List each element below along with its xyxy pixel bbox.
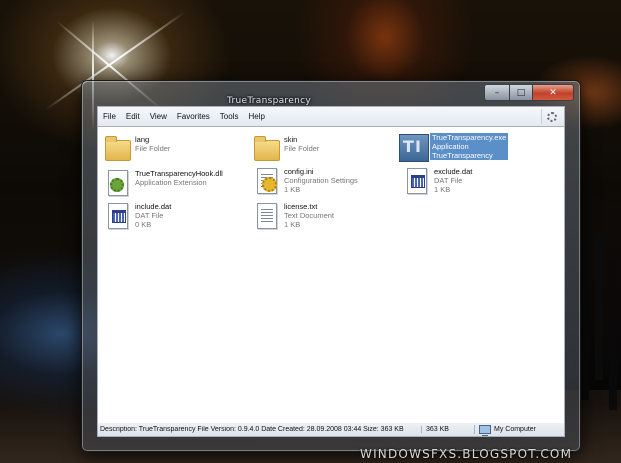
menu-tools[interactable]: Tools (215, 107, 244, 127)
minimize-button[interactable]: – (484, 84, 510, 101)
menu-help[interactable]: Help (243, 107, 269, 127)
close-button[interactable]: ✕ (533, 84, 574, 101)
folder-icon (104, 135, 131, 163)
file-type: DAT File (135, 211, 164, 220)
file-list[interactable]: lang File Folder skin File Folder TrueTr… (97, 126, 565, 424)
file-type: File Folder (284, 144, 320, 153)
file-item-skin[interactable]: skin File Folder (253, 135, 393, 167)
application-icon (399, 133, 429, 162)
explorer-window[interactable]: TrueTransparency – □ ✕ File Edit View Fa… (81, 80, 581, 452)
file-name: include.dat (135, 202, 172, 211)
file-type: Configuration Settings (284, 176, 358, 185)
menu-file[interactable]: File (98, 107, 121, 127)
file-item-exclude-dat[interactable]: exclude.dat DAT File 1 KB (403, 167, 543, 199)
file-name: TrueTransparencyHook.dll (135, 169, 223, 178)
file-name: lang (135, 135, 150, 144)
file-type: DAT File (434, 176, 463, 185)
file-item-include-dat[interactable]: include.dat DAT File 0 KB (104, 202, 244, 234)
menu-view[interactable]: View (145, 107, 172, 127)
file-name: exclude.dat (434, 167, 473, 176)
file-size: 1 KB (284, 220, 301, 229)
menu-bar: File Edit View Favorites Tools Help (97, 106, 565, 127)
text-document-icon (253, 202, 279, 230)
folder-icon (253, 135, 280, 163)
file-name: skin (284, 135, 298, 144)
computer-icon (479, 425, 491, 436)
file-type: Text Document (284, 211, 335, 220)
file-item-truetransparency-exe[interactable]: TrueTransparency.exe Application TrueTra… (399, 133, 539, 165)
status-size: 363 KB (421, 426, 474, 433)
menu-favorites[interactable]: Favorites (172, 107, 215, 127)
file-name: license.txt (284, 202, 318, 211)
file-name: config.ini (284, 167, 314, 176)
status-bar: Description: TrueTransparency File Versi… (97, 423, 565, 437)
file-item-license-txt[interactable]: license.txt Text Document 1 KB (253, 202, 393, 234)
loading-throbber (541, 109, 562, 124)
file-type: File Folder (135, 144, 171, 153)
dat-file-icon (104, 202, 130, 230)
caption-buttons: – □ ✕ (484, 84, 574, 101)
settings-file-icon (253, 167, 279, 195)
file-item-truetransparencyhook-dll[interactable]: TrueTransparencyHook.dll Application Ext… (104, 169, 244, 201)
file-type: Application Extension (135, 178, 207, 187)
status-description: Description: TrueTransparency File Versi… (100, 426, 404, 433)
menu-edit[interactable]: Edit (121, 107, 145, 127)
file-size: 1 KB (434, 185, 451, 194)
file-size: 0 KB (135, 220, 152, 229)
status-zone-label: My Computer (494, 426, 537, 433)
file-size: 1 KB (284, 185, 301, 194)
file-item-lang[interactable]: lang File Folder (104, 135, 244, 167)
file-item-config-ini[interactable]: config.ini Configuration Settings 1 KB (253, 167, 393, 199)
file-description: TrueTransparency (432, 151, 493, 160)
dll-icon (104, 169, 130, 197)
window-title: TrueTransparency (227, 96, 311, 106)
throbber-icon (547, 111, 557, 122)
dat-file-icon (403, 167, 429, 195)
maximize-button[interactable]: □ (510, 84, 533, 101)
file-name: TrueTransparency.exe (432, 133, 507, 142)
status-zone: My Computer (474, 425, 564, 436)
file-type: Application (432, 142, 469, 151)
watermark-text: WINDOWSFXS.BLOGSPOT.COM (360, 447, 573, 461)
